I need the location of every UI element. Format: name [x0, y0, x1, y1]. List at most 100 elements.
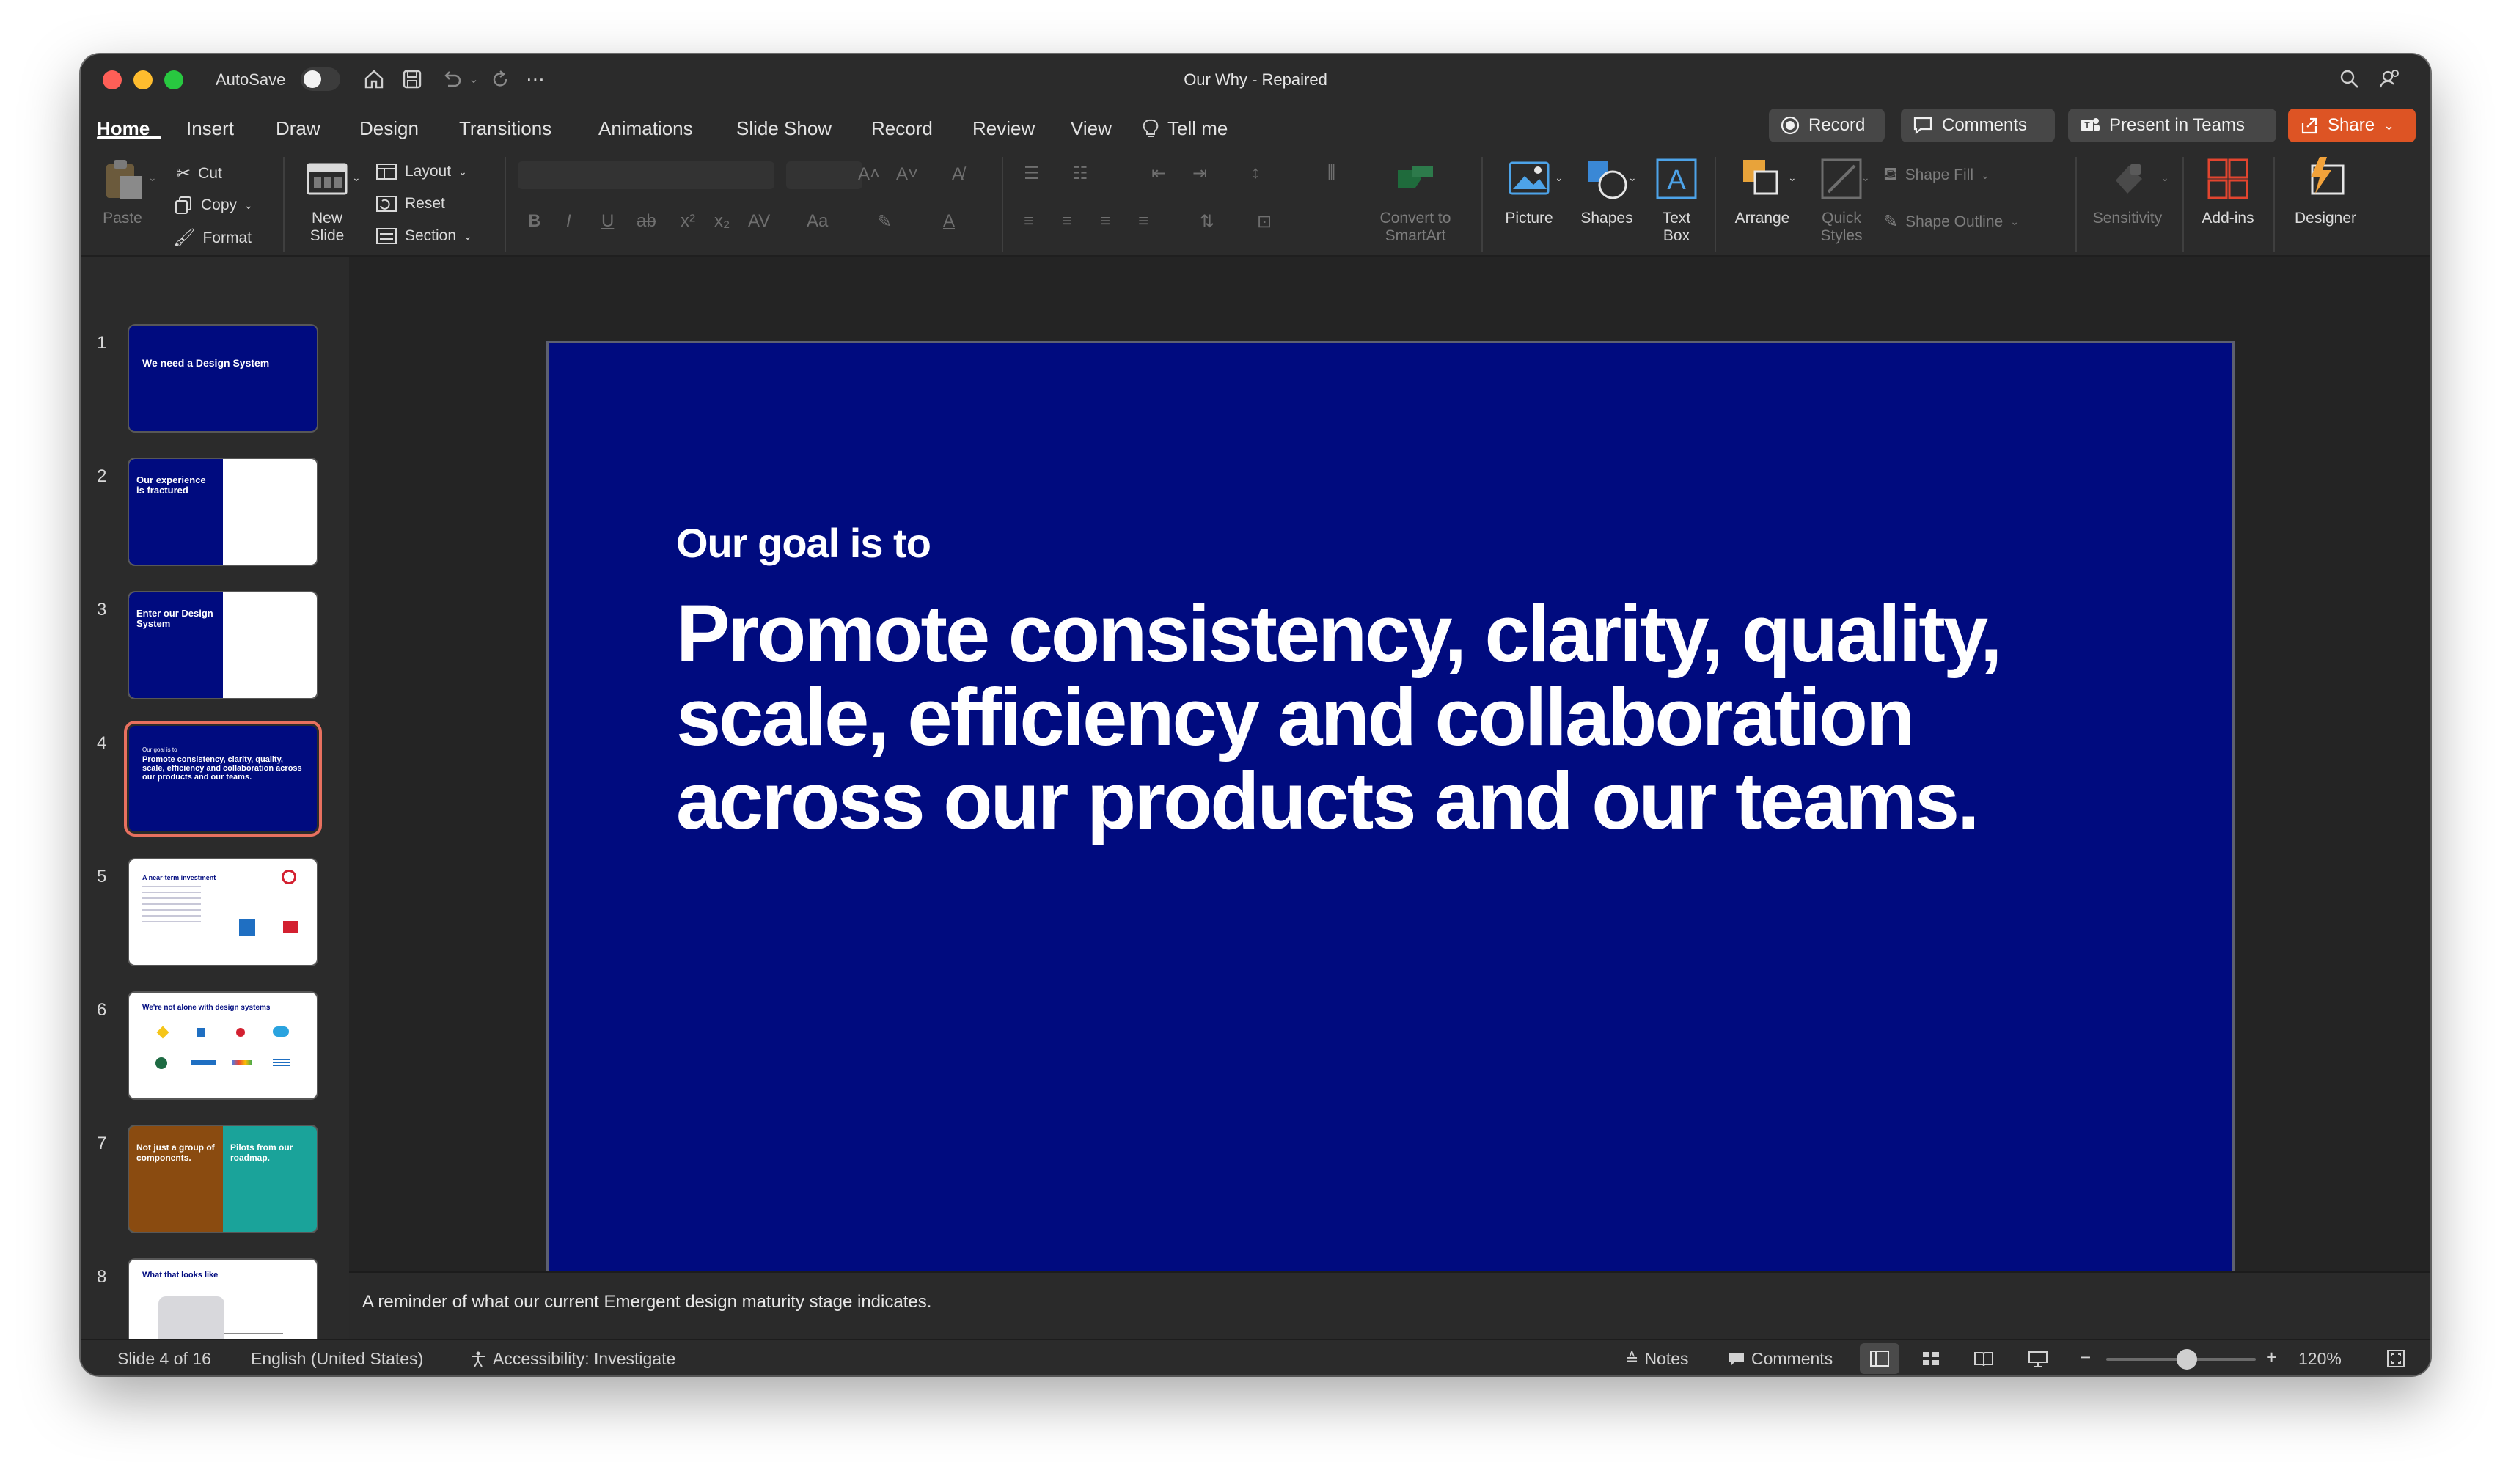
comments-toggle[interactable]: Comments [1728, 1349, 1833, 1369]
tab-slide-show[interactable]: Slide Show [736, 117, 832, 140]
italic-icon[interactable]: I [566, 211, 571, 232]
decrease-indent-icon[interactable]: ⇤ [1151, 163, 1166, 184]
change-case-icon[interactable]: Aa [807, 211, 828, 232]
align-text-icon[interactable]: ⊡ [1257, 211, 1272, 232]
shape-outline-button[interactable]: ✎ Shape Outline ⌄ [1883, 211, 2019, 232]
new-slide-dropdown-icon[interactable]: ⌄ [352, 172, 361, 184]
reset-button[interactable]: Reset [375, 195, 445, 213]
numbering-icon[interactable]: ☷ [1072, 163, 1088, 184]
cut-button[interactable]: ✂ Cut [176, 163, 222, 184]
slide-show-button[interactable] [2018, 1343, 2058, 1374]
designer-icon [2311, 157, 2345, 195]
align-right-icon[interactable]: ≡ [1100, 211, 1110, 232]
slide-eyebrow-text[interactable]: Our goal is to [676, 519, 931, 567]
bold-icon[interactable]: B [528, 211, 540, 232]
shape-fill-button[interactable]: ⛾ Shape Fill ⌄ [1883, 164, 1990, 186]
justify-icon[interactable]: ≡ [1138, 211, 1148, 232]
quick-styles-button[interactable]: Quick Styles [1808, 155, 1874, 245]
thumbnail-slide-2[interactable]: 2 Our experience is fractured [81, 459, 349, 569]
account-icon[interactable] [2375, 65, 2404, 94]
paste-button[interactable]: Paste [97, 155, 148, 227]
quick-styles-dropdown-icon[interactable]: ⌄ [1861, 172, 1870, 184]
record-button[interactable]: Record [1769, 109, 1885, 142]
thumbnail-slide-6[interactable]: 6 We're not alone with design systems [81, 993, 349, 1103]
shapes-button[interactable]: Shapes [1574, 155, 1640, 227]
speaker-notes-pane[interactable]: A reminder of what our current Emergent … [349, 1271, 2430, 1339]
align-left-icon[interactable]: ≡ [1024, 211, 1034, 232]
zoom-in-button[interactable]: + [2266, 1346, 2277, 1369]
subscript-icon[interactable]: x₂ [714, 211, 730, 232]
decrease-font-icon[interactable]: A˅ [896, 164, 918, 185]
current-slide[interactable]: Our goal is to Promote consistency, clar… [549, 343, 2232, 1289]
clear-format-icon[interactable]: A̸ [952, 164, 964, 185]
reading-view-button[interactable] [1964, 1343, 2004, 1374]
text-direction-icon[interactable]: ⇅ [1200, 211, 1214, 232]
shape-outline-label: Shape Outline [1905, 213, 2004, 230]
tab-draw[interactable]: Draw [276, 117, 320, 140]
bullets-icon[interactable]: ☰ [1024, 163, 1040, 184]
thumbnail-slide-7[interactable]: 7 Not just a group of components. Pilots… [81, 1126, 349, 1236]
present-in-teams-button[interactable]: T Present in Teams [2068, 109, 2276, 142]
tab-animations[interactable]: Animations [598, 117, 693, 140]
zoom-slider-thumb[interactable] [2177, 1349, 2197, 1370]
layout-button[interactable]: Layout ⌄ [375, 163, 467, 180]
underline-icon[interactable]: U [601, 211, 614, 232]
strikethrough-icon[interactable]: ab [637, 211, 656, 232]
font-size-dropdown[interactable] [786, 161, 862, 189]
character-spacing-icon[interactable]: AV [748, 211, 770, 232]
arrange-button[interactable]: Arrange [1728, 155, 1797, 227]
thumbnail-slide-5[interactable]: 5 A near-term investment [81, 859, 349, 969]
accessibility-checker[interactable]: Accessibility: Investigate [469, 1349, 675, 1369]
comments-button[interactable]: Comments [1901, 109, 2055, 142]
font-name-dropdown[interactable] [518, 161, 774, 189]
slide-headline-text[interactable]: Promote consistency, clarity, quality, s… [676, 592, 2143, 843]
thumbnail-slide-3[interactable]: 3 Enter our Design System [81, 592, 349, 702]
slide-thumbnail-pane[interactable]: 1 We need a Design System 2 Our experien… [81, 257, 349, 1375]
share-button[interactable]: Share ⌄ [2288, 109, 2416, 142]
arrange-dropdown-icon[interactable]: ⌄ [1788, 172, 1797, 184]
designer-button[interactable]: Designer [2285, 155, 2366, 227]
text-box-button[interactable]: A Text Box [1647, 155, 1706, 245]
tab-view[interactable]: View [1071, 117, 1112, 140]
thumbnail-slide-4[interactable]: 4 Our goal is to Promote consistency, cl… [81, 726, 349, 836]
svg-text:T: T [2084, 120, 2090, 131]
sensitivity-button[interactable]: Sensitivity [2087, 155, 2168, 227]
increase-indent-icon[interactable]: ⇥ [1192, 163, 1207, 184]
tab-review[interactable]: Review [972, 117, 1035, 140]
comment-icon [1729, 1352, 1744, 1366]
tab-insert[interactable]: Insert [186, 117, 234, 140]
search-icon[interactable] [2335, 65, 2364, 94]
font-color-icon[interactable]: A [943, 211, 955, 232]
sensitivity-dropdown-icon[interactable]: ⌄ [2160, 172, 2169, 184]
convert-to-smartart-button[interactable]: Convert to SmartArt [1371, 155, 1459, 245]
picture-dropdown-icon[interactable]: ⌄ [1555, 172, 1564, 184]
zoom-level[interactable]: 120% [2298, 1349, 2342, 1369]
tab-record[interactable]: Record [871, 117, 933, 140]
google-logo-icon [232, 1060, 252, 1065]
tell-me[interactable]: Tell me [1143, 117, 1228, 140]
notes-toggle[interactable]: ≙ Notes [1625, 1349, 1689, 1369]
align-center-icon[interactable]: ≡ [1062, 211, 1072, 232]
tab-design[interactable]: Design [359, 117, 419, 140]
columns-icon[interactable]: ⫼ [1327, 163, 1335, 183]
line-spacing-icon[interactable]: ↕ [1251, 163, 1260, 183]
highlight-icon[interactable]: ✎ [877, 211, 892, 232]
format-painter-button[interactable]: 🖌︎ Format [173, 227, 252, 249]
add-ins-button[interactable]: Add-ins [2190, 155, 2266, 227]
increase-font-icon[interactable]: A˄ [858, 164, 880, 185]
zoom-out-button[interactable]: − [2080, 1346, 2091, 1369]
new-slide-button[interactable]: New Slide [298, 155, 356, 245]
thumbnail-slide-1[interactable]: 1 We need a Design System [81, 326, 349, 436]
copy-button[interactable]: Copy ⌄ [173, 195, 253, 216]
shapes-dropdown-icon[interactable]: ⌄ [1628, 172, 1637, 184]
language-indicator[interactable]: English (United States) [251, 1349, 423, 1369]
speaker-notes-text[interactable]: A reminder of what our current Emergent … [362, 1292, 931, 1312]
section-button[interactable]: Section ⌄ [375, 227, 472, 245]
normal-view-button[interactable] [1860, 1343, 1899, 1374]
slide-sorter-button[interactable] [1911, 1343, 1951, 1374]
paste-dropdown-icon[interactable]: ⌄ [148, 172, 157, 184]
tab-transitions[interactable]: Transitions [459, 117, 551, 140]
superscript-icon[interactable]: x² [681, 211, 695, 232]
picture-button[interactable]: Picture [1499, 155, 1559, 227]
fit-to-window-button[interactable] [2376, 1343, 2416, 1374]
